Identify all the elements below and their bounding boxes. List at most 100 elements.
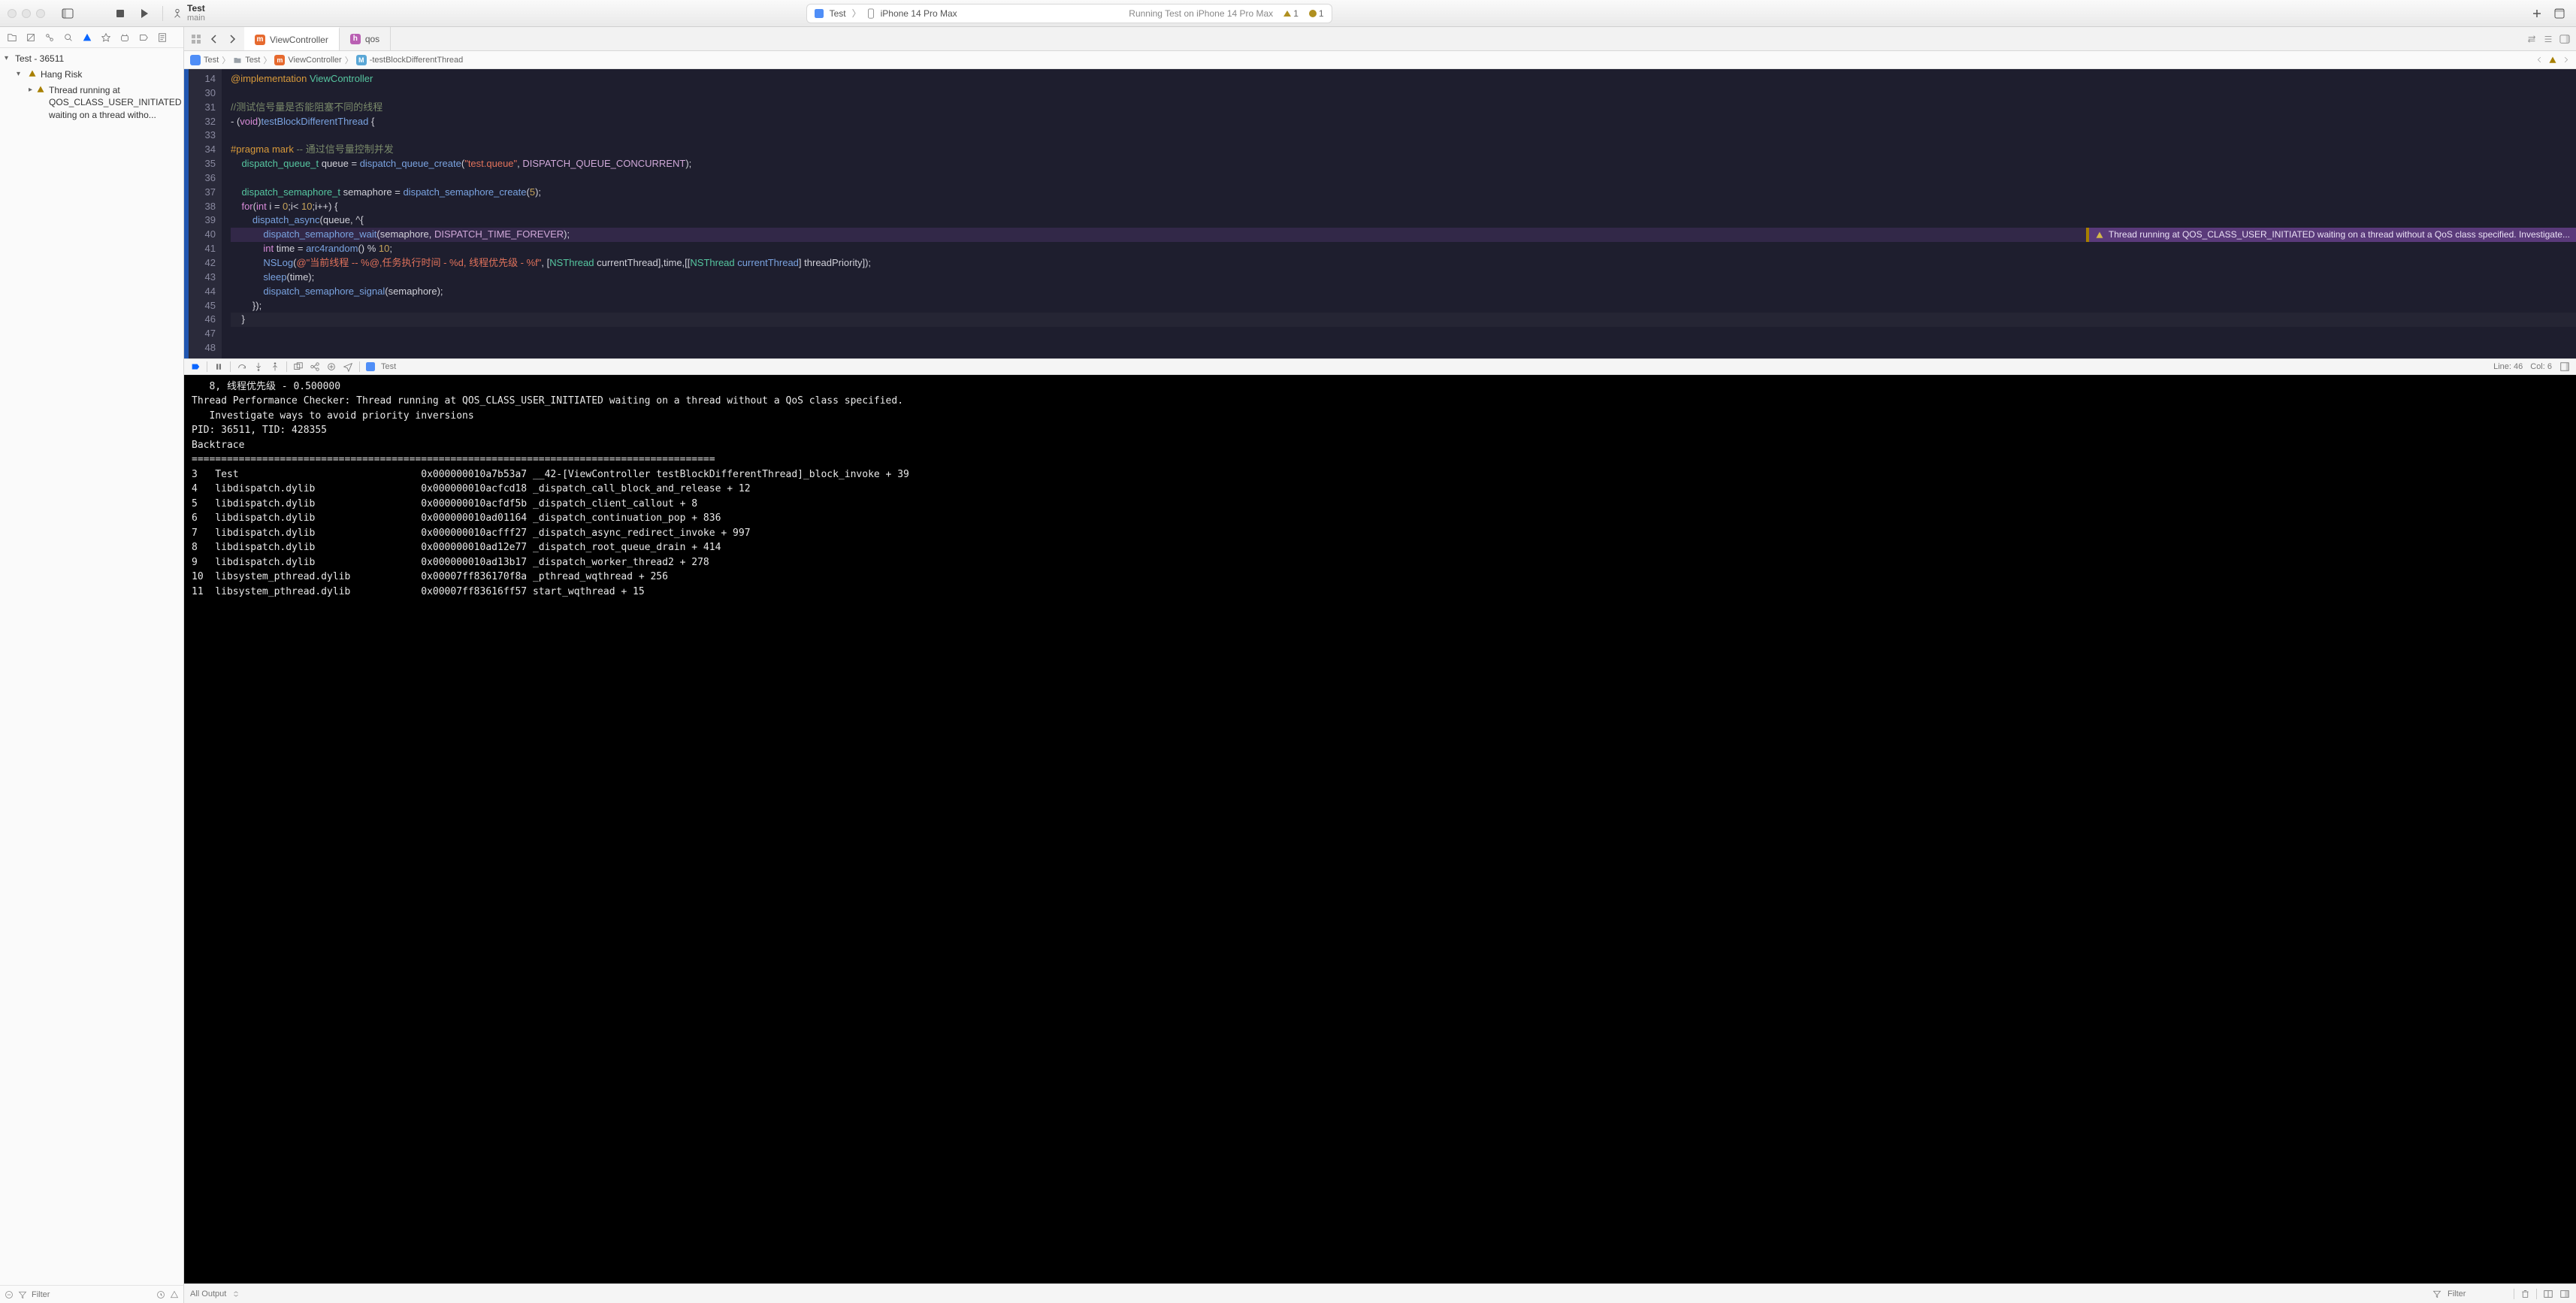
pill-status: Running Test on iPhone 14 Pro Max	[1129, 8, 1273, 19]
find-navigator-icon[interactable]	[62, 32, 74, 44]
tree-root[interactable]: ▾ Test - 36511	[0, 51, 183, 67]
navigator-sidebar: ▾ Test - 36511 ▾ Hang Risk ▸ Thread runn…	[0, 27, 184, 1303]
tab-label: ViewController	[270, 35, 328, 45]
nav-forward-button[interactable]	[225, 32, 240, 47]
toggle-breakpoints-icon[interactable]	[190, 361, 201, 372]
console-filter-input[interactable]	[2448, 1289, 2508, 1298]
scheme-selector[interactable]: Test main	[172, 4, 205, 23]
warning-triangle-icon[interactable]	[2548, 56, 2557, 65]
runtime-issue-badge[interactable]: 1	[1309, 8, 1324, 19]
runtime-issue-icon	[1309, 10, 1317, 17]
traffic-lights	[8, 9, 45, 18]
code-editor[interactable]: 1430313233343536373839404142434445464748…	[184, 69, 2576, 358]
test-navigator-icon[interactable]	[100, 32, 112, 44]
trash-icon[interactable]	[2520, 1289, 2530, 1298]
objc-file-icon: m	[255, 35, 265, 45]
clock-icon[interactable]	[156, 1290, 165, 1299]
main-toolbar: Test main Test 〉 iPhone 14 Pro Max Runni…	[0, 0, 2576, 27]
disclosure-triangle-icon[interactable]: ▾	[5, 53, 12, 64]
adjust-editor-icon[interactable]	[2526, 34, 2537, 44]
related-items-icon[interactable]	[189, 32, 204, 47]
status-col: Col: 6	[2530, 362, 2552, 371]
inline-warning[interactable]: Thread running at QOS_CLASS_USER_INITIAT…	[2086, 228, 2576, 242]
add-tab-button[interactable]	[2528, 5, 2546, 23]
project-navigator-icon[interactable]	[6, 32, 18, 44]
bc-nav-back-icon[interactable]	[2535, 56, 2544, 64]
scheme-branch: main	[187, 14, 205, 23]
chevron-right-icon: 〉	[852, 7, 861, 20]
console-output-selector[interactable]: All Output	[190, 1289, 226, 1298]
bc-symbol[interactable]: -testBlockDifferentThread	[370, 56, 464, 65]
tree-issue[interactable]: ▸ Thread running at QOS_CLASS_USER_INITI…	[0, 83, 183, 123]
separator	[162, 6, 163, 21]
bc-nav-forward-icon[interactable]	[2562, 56, 2570, 64]
environment-overrides-icon[interactable]	[326, 361, 337, 372]
tab-qos[interactable]: h qos	[340, 27, 391, 50]
line-gutter: 1430313233343536373839404142434445464748	[189, 69, 222, 358]
tab-label: qos	[365, 34, 379, 44]
objc-file-icon: m	[274, 55, 285, 65]
run-button[interactable]	[135, 5, 153, 23]
step-over-icon[interactable]	[237, 361, 247, 372]
filter-scope-icon[interactable]	[5, 1290, 14, 1299]
bc-app[interactable]: Test	[204, 56, 219, 65]
editor-area: m ViewController h qos Test 〉 Test 〉 m V…	[184, 27, 2576, 1303]
step-out-icon[interactable]	[270, 361, 280, 372]
filter-icon	[2432, 1289, 2441, 1298]
app-icon	[190, 55, 201, 65]
close-window-button[interactable]	[8, 9, 17, 18]
disclosure-triangle-icon[interactable]: ▾	[17, 68, 24, 80]
chevron-updown-icon	[232, 1290, 240, 1298]
step-into-icon[interactable]	[253, 361, 264, 372]
source-control-navigator-icon[interactable]	[25, 32, 37, 44]
app-icon	[815, 9, 824, 18]
bc-group[interactable]: Test	[245, 56, 260, 65]
filter-input[interactable]	[32, 1290, 152, 1299]
minimize-window-button[interactable]	[22, 9, 31, 18]
bc-file[interactable]: ViewController	[288, 56, 341, 65]
header-file-icon: h	[350, 34, 361, 44]
breakpoint-navigator-icon[interactable]	[138, 32, 150, 44]
navigator-filter-bar	[0, 1285, 183, 1303]
show-console-view-icon[interactable]	[2559, 1289, 2570, 1299]
scheme-name: Test	[187, 4, 205, 14]
chevron-right-icon: 〉	[222, 54, 230, 66]
console-output[interactable]: 8, 线程优先级 - 0.500000 Thread Performance C…	[184, 375, 2576, 1283]
warning-triangle-icon	[35, 84, 46, 95]
filter-icon	[18, 1290, 27, 1299]
library-button[interactable]	[2550, 5, 2568, 23]
debug-bar: Test Line: 46 Col: 6	[184, 358, 2576, 375]
code-content[interactable]: @implementation ViewController //测试信号量是否…	[222, 69, 2576, 358]
filter-errors-icon[interactable]	[170, 1290, 179, 1299]
app-icon	[366, 362, 375, 371]
issue-tree: ▾ Test - 36511 ▾ Hang Risk ▸ Thread runn…	[0, 48, 183, 1285]
debug-view-hierarchy-icon[interactable]	[293, 361, 304, 372]
issue-navigator-icon[interactable]	[81, 32, 93, 44]
tree-group[interactable]: ▾ Hang Risk	[0, 67, 183, 83]
warning-count-badge[interactable]: 1	[1283, 8, 1299, 19]
editor-tab-bar: m ViewController h qos	[184, 27, 2576, 51]
warning-triangle-icon	[27, 68, 38, 79]
navigator-selector-bar	[0, 27, 183, 48]
editor-options-icon[interactable]	[2543, 34, 2553, 44]
show-variables-view-icon[interactable]	[2543, 1289, 2553, 1299]
stop-button[interactable]	[111, 5, 129, 23]
simulate-location-icon[interactable]	[343, 361, 353, 372]
pause-icon[interactable]	[213, 361, 224, 372]
symbol-navigator-icon[interactable]	[44, 32, 56, 44]
toggle-minimap-icon[interactable]	[2559, 361, 2570, 372]
debug-target[interactable]: Test	[381, 362, 396, 371]
tree-issue-label: Thread running at QOS_CLASS_USER_INITIAT…	[49, 84, 182, 122]
warning-triangle-icon	[1283, 11, 1291, 17]
report-navigator-icon[interactable]	[156, 32, 168, 44]
tab-viewcontroller[interactable]: m ViewController	[244, 27, 340, 50]
activity-status-pill[interactable]: Test 〉 iPhone 14 Pro Max Running Test on…	[806, 4, 1332, 23]
toggle-inspector-icon[interactable]	[2559, 34, 2570, 44]
nav-back-button[interactable]	[207, 32, 222, 47]
zoom-window-button[interactable]	[36, 9, 45, 18]
toggle-navigator-button[interactable]	[59, 5, 77, 23]
debug-navigator-icon[interactable]	[119, 32, 131, 44]
folder-icon	[233, 56, 242, 65]
disclosure-triangle-icon[interactable]: ▸	[29, 84, 32, 95]
debug-memory-graph-icon[interactable]	[310, 361, 320, 372]
